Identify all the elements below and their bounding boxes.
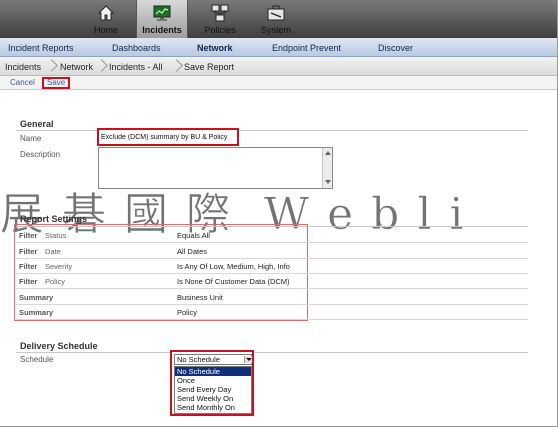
- schedule-option[interactable]: No Schedule: [175, 367, 251, 376]
- nav-policies[interactable]: Policies: [194, 0, 246, 38]
- name-field-highlight: [97, 128, 239, 146]
- row-sub: Date: [45, 247, 61, 256]
- row-value: Equals All: [177, 231, 210, 240]
- schedule-option[interactable]: Send Monthly On: [175, 403, 251, 412]
- report-setting-row: Filter Date All Dates: [16, 243, 528, 259]
- subnav-endpoint-prevent[interactable]: Endpoint Prevent: [272, 43, 341, 53]
- row-value: Policy: [177, 308, 198, 317]
- report-settings-title: Report Settings: [20, 214, 88, 224]
- dropdown-button[interactable]: [244, 356, 252, 363]
- top-navigation-bar: Home Incidents Policies System: [0, 0, 558, 38]
- subnav-network[interactable]: Network: [197, 43, 233, 53]
- name-input[interactable]: [101, 132, 235, 142]
- subnav-incident-reports[interactable]: Incident Reports: [8, 43, 74, 53]
- report-setting-row: Filter Severity Is Any Of Low, Medium, H…: [16, 258, 528, 274]
- row-key: Filter: [19, 247, 38, 256]
- breadcrumb-incidents-all[interactable]: Incidents - All: [109, 62, 163, 72]
- schedule-option[interactable]: Once: [175, 376, 251, 385]
- schedule-selected-value: No Schedule: [177, 355, 220, 364]
- schedule-dropdown-highlight: No Schedule No Schedule Once Send Every …: [170, 350, 254, 416]
- scroll-down-icon[interactable]: [325, 180, 331, 184]
- breadcrumb: Incidents Network Incidents - All Save R…: [0, 57, 558, 76]
- schedule-options-list: No Schedule Once Send Every Day Send Wee…: [174, 366, 252, 414]
- report-setting-row: Filter Status Equals All: [16, 227, 528, 243]
- nav-system[interactable]: System: [250, 0, 302, 38]
- row-sub: Policy: [45, 277, 66, 286]
- schedule-label: Schedule: [20, 355, 54, 364]
- subnav-dashboards[interactable]: Dashboards: [112, 43, 161, 53]
- breadcrumb-save-report: Save Report: [184, 62, 235, 72]
- report-setting-row: Summary Business Unit: [16, 289, 528, 305]
- nav-incidents-label: Incidents: [142, 25, 182, 35]
- breadcrumb-incidents[interactable]: Incidents: [5, 62, 41, 72]
- name-label: Name: [20, 134, 42, 143]
- house-icon: [97, 5, 115, 21]
- monitor-chart-icon: [153, 5, 171, 21]
- action-bar: Cancel Save: [0, 76, 558, 90]
- subnav-discover[interactable]: Discover: [378, 43, 413, 53]
- row-key: Filter: [19, 277, 38, 286]
- row-value: Is None Of Customer Data (DCM): [177, 277, 290, 286]
- network-icon: [211, 4, 229, 22]
- toolbox-icon: [267, 5, 285, 21]
- row-value: All Dates: [177, 247, 208, 256]
- report-setting-row: Filter Policy Is None Of Customer Data (…: [16, 273, 528, 289]
- description-scrollbar[interactable]: [322, 148, 332, 188]
- row-value: Business Unit: [177, 293, 223, 302]
- scroll-up-icon[interactable]: [325, 151, 331, 155]
- description-label: Description: [20, 150, 61, 159]
- breadcrumb-separator-icon: [172, 59, 180, 73]
- divider: [16, 352, 528, 353]
- breadcrumb-separator-icon: [97, 59, 105, 73]
- schedule-option[interactable]: Send Weekly On: [175, 394, 251, 403]
- row-key: Filter: [19, 231, 38, 240]
- general-section-title: General: [20, 119, 54, 129]
- row-key: Summary: [19, 308, 54, 317]
- chevron-down-icon: [246, 358, 252, 361]
- nav-home[interactable]: Home: [80, 0, 132, 38]
- divider: [16, 130, 528, 131]
- delivery-schedule-title: Delivery Schedule: [20, 341, 98, 351]
- schedule-select[interactable]: No Schedule: [174, 354, 252, 365]
- schedule-option[interactable]: Send Every Day: [175, 385, 251, 394]
- nav-home-label: Home: [93, 25, 118, 35]
- row-sub: Severity: [45, 262, 73, 271]
- cancel-button[interactable]: Cancel: [7, 77, 38, 89]
- description-textarea[interactable]: [98, 147, 333, 189]
- nav-incidents[interactable]: Incidents: [136, 0, 188, 38]
- save-button[interactable]: Save: [42, 77, 71, 89]
- row-key: Summary: [19, 293, 54, 302]
- row-value: Is Any Of Low, Medium, High, Info: [177, 262, 290, 271]
- row-sub: Status: [45, 231, 67, 240]
- report-setting-row: Summary Policy: [16, 304, 528, 320]
- row-key: Filter: [19, 262, 38, 271]
- breadcrumb-separator-icon: [47, 59, 55, 73]
- nav-system-label: System: [260, 25, 291, 35]
- nav-policies-label: Policies: [204, 25, 236, 35]
- breadcrumb-network[interactable]: Network: [60, 62, 93, 72]
- sub-navigation-bar: Incident Reports Dashboards Network Endp…: [0, 38, 558, 57]
